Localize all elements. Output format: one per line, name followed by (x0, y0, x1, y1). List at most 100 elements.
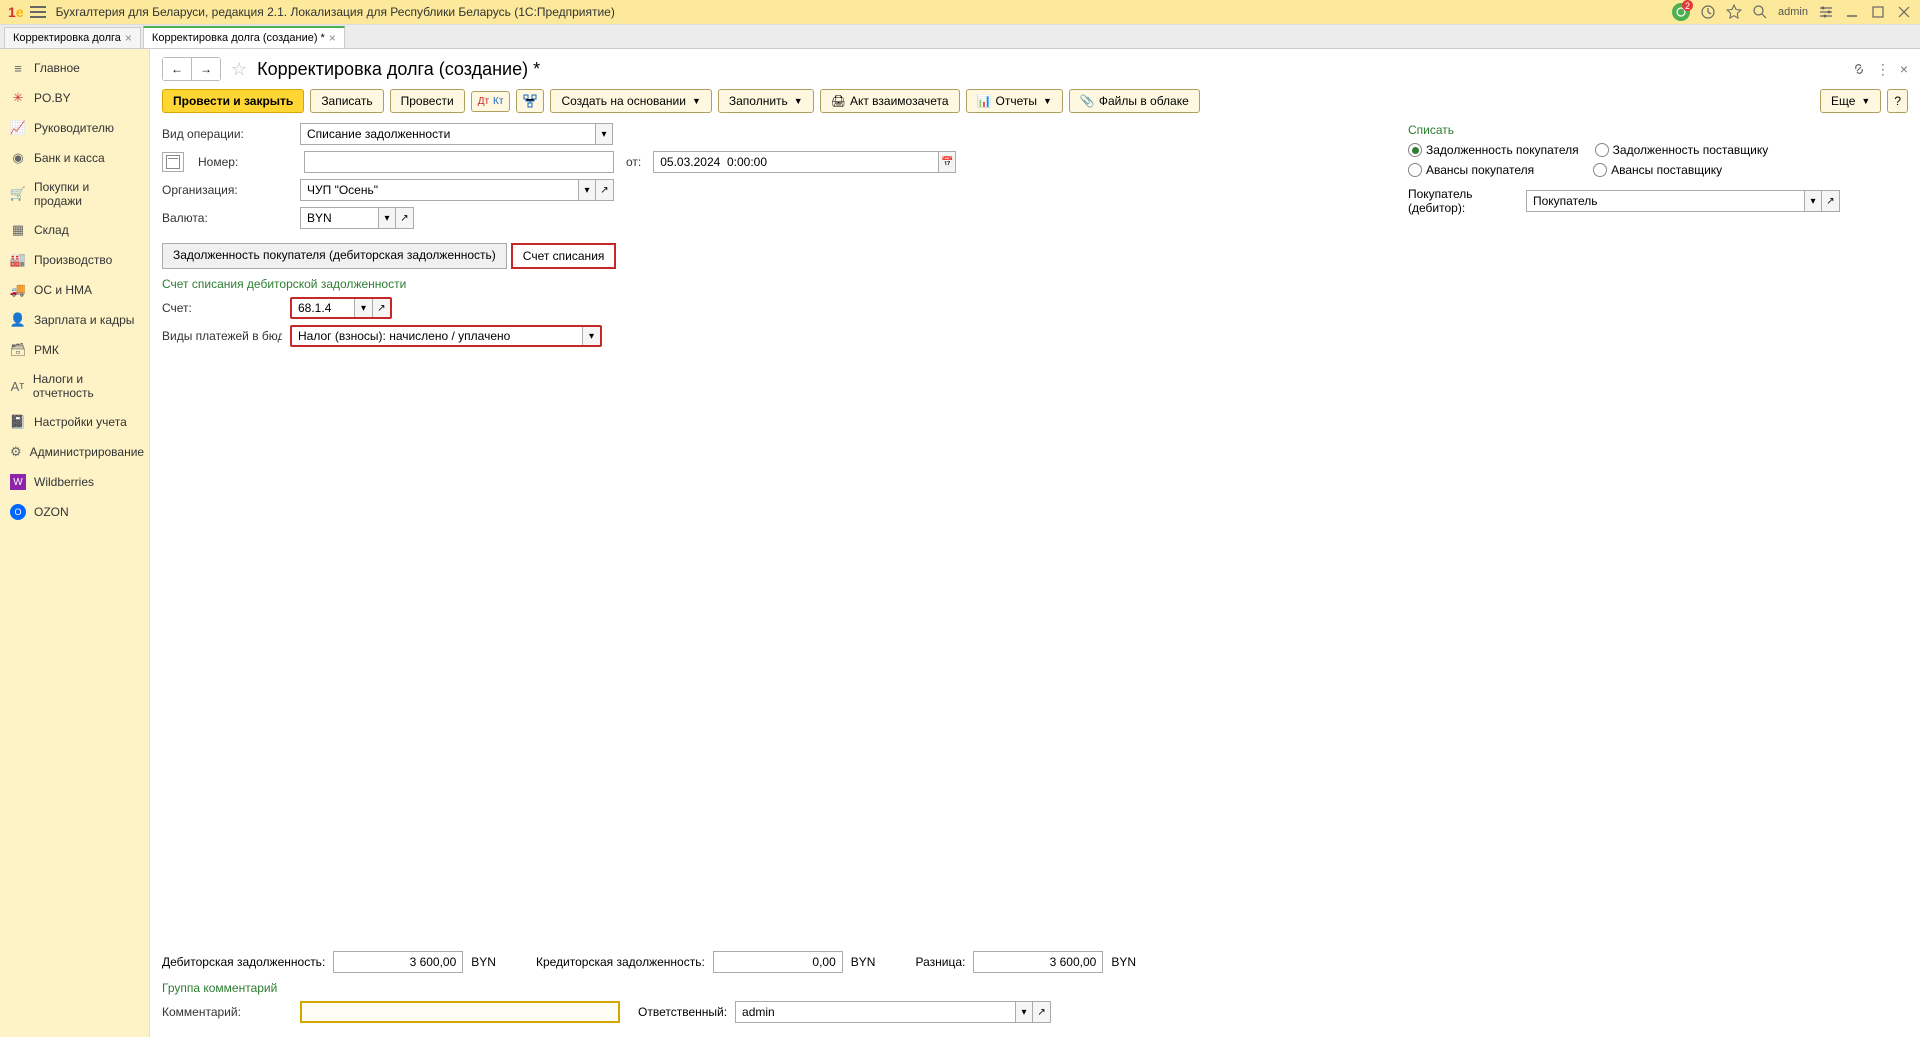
org-input[interactable] (300, 179, 578, 201)
deb-value[interactable] (333, 951, 463, 973)
op-select[interactable]: ▾ (300, 123, 613, 145)
doc-tab-2[interactable]: Корректировка долга (создание) * × (143, 26, 345, 48)
link-icon[interactable] (1852, 62, 1866, 76)
post-button[interactable]: Провести (390, 89, 465, 113)
files-button[interactable]: 📎Файлы в облаке (1069, 89, 1200, 113)
buyer-select[interactable]: ▾ ↗ (1526, 190, 1840, 212)
account-input[interactable] (292, 299, 354, 317)
date-field[interactable]: 📅 (653, 151, 956, 173)
doc-tab-1[interactable]: Корректировка долга × (4, 27, 141, 48)
chevron-down-icon[interactable]: ▾ (1804, 190, 1822, 212)
date-input[interactable] (653, 151, 938, 173)
responsible-select[interactable]: ▾ ↗ (735, 1001, 1051, 1023)
close-icon[interactable]: × (329, 31, 336, 45)
responsible-input[interactable] (735, 1001, 1015, 1023)
radio-advance-buyer[interactable]: Авансы покупателя (1408, 163, 1534, 177)
structure-button[interactable] (516, 89, 544, 113)
open-icon[interactable]: ↗ (372, 299, 390, 317)
forward-button[interactable]: → (192, 58, 220, 80)
sidebar-item-ozon[interactable]: OOZON (0, 497, 149, 527)
reports-button[interactable]: 📊Отчеты▼ (966, 89, 1063, 113)
more-button[interactable]: Еще▼ (1820, 89, 1881, 113)
favorite-icon[interactable]: ☆ (231, 59, 247, 80)
create-based-button[interactable]: Создать на основании▼ (550, 89, 711, 113)
currency-input[interactable] (300, 207, 378, 229)
radio-debt-supplier[interactable]: Задолженность поставщику (1595, 143, 1769, 157)
buyer-input[interactable] (1526, 190, 1804, 212)
sidebar-item-label: Банк и касса (34, 151, 105, 165)
more-vertical-icon[interactable]: ⋮ (1876, 61, 1890, 78)
diff-label: Разница: (915, 955, 965, 969)
settings-icon[interactable] (1818, 4, 1834, 20)
open-icon[interactable]: ↗ (1822, 190, 1840, 212)
sidebar-item-admin[interactable]: ⚙Администрирование (0, 437, 149, 467)
open-icon[interactable]: ↗ (1033, 1001, 1051, 1023)
open-icon[interactable]: ↗ (596, 179, 614, 201)
chevron-down-icon[interactable]: ▾ (578, 179, 596, 201)
sparkle-icon: ✳ (10, 90, 26, 106)
sidebar-item-production[interactable]: 🏭Производство (0, 245, 149, 275)
chevron-down-icon: ▼ (692, 96, 701, 106)
maximize-icon[interactable] (1870, 4, 1886, 20)
subtab-account[interactable]: Счет списания (511, 243, 617, 269)
diff-value[interactable] (973, 951, 1103, 973)
calendar-button[interactable] (162, 152, 184, 172)
chevron-down-icon[interactable]: ▾ (378, 207, 396, 229)
calendar-icon[interactable]: 📅 (938, 151, 956, 173)
subtab-debt[interactable]: Задолженность покупателя (дебиторская за… (162, 243, 507, 269)
doc-tab-label: Корректировка долга (13, 32, 121, 44)
currency-select[interactable]: ▾ ↗ (300, 207, 414, 229)
dtkt-button[interactable]: ДтКт (471, 91, 511, 112)
document-tabs: Корректировка долга × Корректировка долг… (0, 25, 1920, 49)
minimize-icon[interactable] (1844, 4, 1860, 20)
hamburger-icon[interactable] (30, 6, 46, 18)
sidebar-item-bank[interactable]: ◉Банк и касса (0, 143, 149, 173)
close-window-icon[interactable] (1896, 4, 1912, 20)
cred-value[interactable] (713, 951, 843, 973)
notifications-icon[interactable]: 2 (1672, 3, 1690, 21)
sidebar-item-manager[interactable]: 📈Руководителю (0, 113, 149, 143)
back-button[interactable]: ← (163, 58, 192, 80)
toolbar: Провести и закрыть Записать Провести ДтК… (162, 89, 1908, 113)
op-input[interactable] (300, 123, 595, 145)
sidebar-item-tax[interactable]: AтНалоги и отчетность (0, 365, 149, 407)
sidebar-item-payroll[interactable]: 👤Зарплата и кадры (0, 305, 149, 335)
fill-button[interactable]: Заполнить▼ (718, 89, 814, 113)
history-icon[interactable] (1700, 4, 1716, 20)
sidebar-item-label: Настройки учета (34, 415, 127, 429)
radio-debt-buyer[interactable]: Задолженность покупателя (1408, 143, 1579, 157)
record-button[interactable]: Записать (310, 89, 383, 113)
comment-input[interactable] (300, 1001, 620, 1023)
post-close-button[interactable]: Провести и закрыть (162, 89, 304, 113)
truck-icon: 🚚 (10, 282, 26, 298)
chevron-down-icon[interactable]: ▾ (354, 299, 372, 317)
search-icon[interactable] (1752, 4, 1768, 20)
payment-select[interactable]: ▾ (290, 325, 602, 347)
act-button[interactable]: 🖨Акт взаимозачета (820, 89, 960, 113)
help-button[interactable]: ? (1887, 89, 1908, 113)
payment-input[interactable] (292, 327, 582, 345)
factory-icon: 🏭 (10, 252, 26, 268)
sidebar-item-warehouse[interactable]: ▦Склад (0, 215, 149, 245)
sidebar-item-main[interactable]: ≡Главное (0, 53, 149, 83)
close-page-icon[interactable]: × (1900, 61, 1908, 77)
user-name[interactable]: admin (1778, 6, 1808, 18)
chevron-down-icon[interactable]: ▾ (582, 327, 600, 345)
chevron-down-icon[interactable]: ▾ (595, 123, 613, 145)
close-icon[interactable]: × (125, 31, 132, 45)
sidebar-item-label: Руководителю (34, 121, 114, 135)
open-icon[interactable]: ↗ (396, 207, 414, 229)
sidebar-item-assets[interactable]: 🚚ОС и НМА (0, 275, 149, 305)
sidebar-item-sales[interactable]: 🛒Покупки и продажи (0, 173, 149, 215)
sidebar-item-wildberries[interactable]: WWildberries (0, 467, 149, 497)
chevron-down-icon[interactable]: ▾ (1015, 1001, 1033, 1023)
org-select[interactable]: ▾ ↗ (300, 179, 614, 201)
sidebar-item-poby[interactable]: ✳PO.BY (0, 83, 149, 113)
cart-icon: 🛒 (10, 186, 26, 202)
account-select[interactable]: ▾ ↗ (290, 297, 392, 319)
number-input[interactable] (304, 151, 614, 173)
sidebar-item-settings[interactable]: 📓Настройки учета (0, 407, 149, 437)
radio-advance-supplier[interactable]: Авансы поставщику (1593, 163, 1722, 177)
sidebar-item-rmk[interactable]: 🗃РМК (0, 335, 149, 365)
star-icon[interactable] (1726, 4, 1742, 20)
